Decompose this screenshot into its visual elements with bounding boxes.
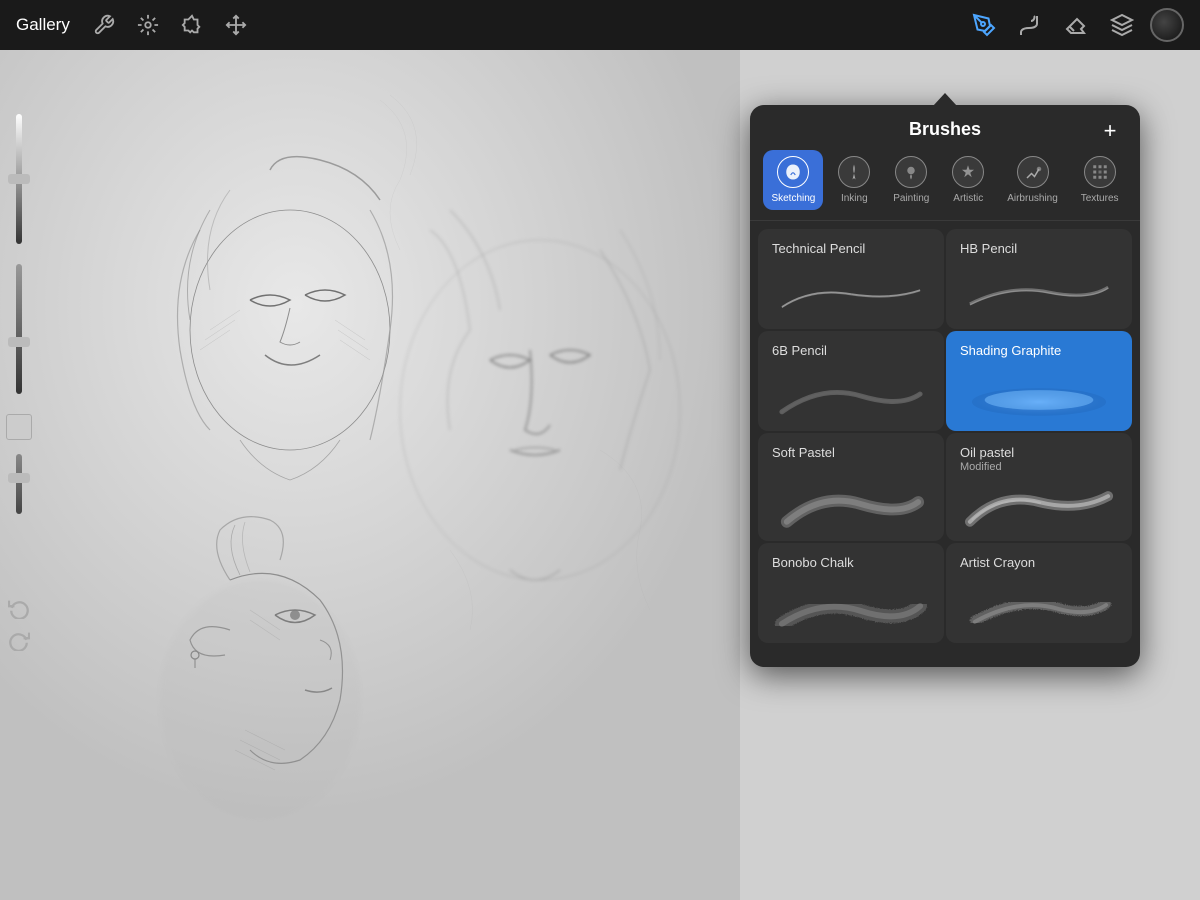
tab-textures[interactable]: Textures [1073,150,1127,210]
painting-label: Painting [893,193,929,204]
pencil-tool-button[interactable] [966,7,1002,43]
toolbar-left-icons [86,7,254,43]
airbrushing-icon [1017,156,1049,188]
gallery-button[interactable]: Gallery [16,15,70,35]
brush-tool-button[interactable] [1012,7,1048,43]
layers-button[interactable] [1104,7,1140,43]
tab-inking[interactable]: Inking [830,150,878,210]
size-slider[interactable] [16,264,22,394]
airbrushing-label: Airbrushing [1007,193,1058,204]
shading-graphite-preview [960,374,1118,419]
toolbar-right [966,7,1184,43]
artistic-icon [952,156,984,188]
textures-icon [1084,156,1116,188]
add-brush-button[interactable]: + [1096,117,1124,145]
oil-pastel-preview [960,484,1118,529]
brush-item-hb-pencil[interactable]: HB Pencil [946,229,1132,329]
sketching-label: Sketching [771,193,815,204]
flow-slider[interactable] [16,454,22,514]
soft-pastel-preview [772,484,930,529]
brush-item-soft-pastel[interactable]: Soft Pastel [758,433,944,541]
panel-header: Brushes + [750,105,1140,150]
bonobo-chalk-preview [772,586,930,631]
redo-button[interactable] [5,626,33,654]
artist-crayon-preview [960,586,1118,631]
color-swatch-button[interactable] [6,414,32,440]
6b-pencil-preview [772,374,930,419]
sketching-icon [777,156,809,188]
color-picker-button[interactable] [1150,8,1184,42]
flow-thumb[interactable] [8,473,30,483]
top-toolbar: Gallery [0,0,1200,50]
brush-item-6b-pencil[interactable]: 6B Pencil [758,331,944,431]
inking-label: Inking [841,193,868,204]
technical-pencil-preview [772,272,930,317]
sketch-canvas[interactable] [0,50,740,900]
adjust-icon[interactable] [130,7,166,43]
artistic-label: Artistic [953,193,983,204]
brush-item-artist-crayon[interactable]: Artist Crayon [946,543,1132,643]
brush-item-oil-pastel[interactable]: Oil pastel true Modified [946,433,1132,541]
panel-title: Brushes [909,119,981,140]
opacity-slider[interactable] [16,114,22,244]
eraser-tool-button[interactable] [1058,7,1094,43]
size-thumb[interactable] [8,337,30,347]
undo-button[interactable] [5,594,33,622]
brushes-panel: Brushes + Sketching [750,105,1140,667]
transform-icon[interactable] [218,7,254,43]
inking-icon [838,156,870,188]
painting-icon [895,156,927,188]
category-tabs: Sketching Inking [750,150,1140,221]
left-sidebar [0,110,38,654]
brush-item-bonobo-chalk[interactable]: Bonobo Chalk [758,543,944,643]
hb-pencil-preview [960,272,1118,317]
tab-airbrushing[interactable]: Airbrushing [999,150,1066,210]
tab-artistic[interactable]: Artistic [944,150,992,210]
opacity-thumb[interactable] [8,174,30,184]
brush-item-shading-graphite[interactable]: Shading Graphite [946,331,1132,431]
tab-painting[interactable]: Painting [885,150,937,210]
wrench-icon[interactable] [86,7,122,43]
selection-icon[interactable] [174,7,210,43]
canvas-area: Brushes + Sketching [0,50,1200,900]
brush-item-technical-pencil[interactable]: Technical Pencil [758,229,944,329]
tab-sketching[interactable]: Sketching [763,150,823,210]
brush-grid: Technical Pencil HB Pencil [750,221,1140,651]
textures-label: Textures [1081,193,1119,204]
